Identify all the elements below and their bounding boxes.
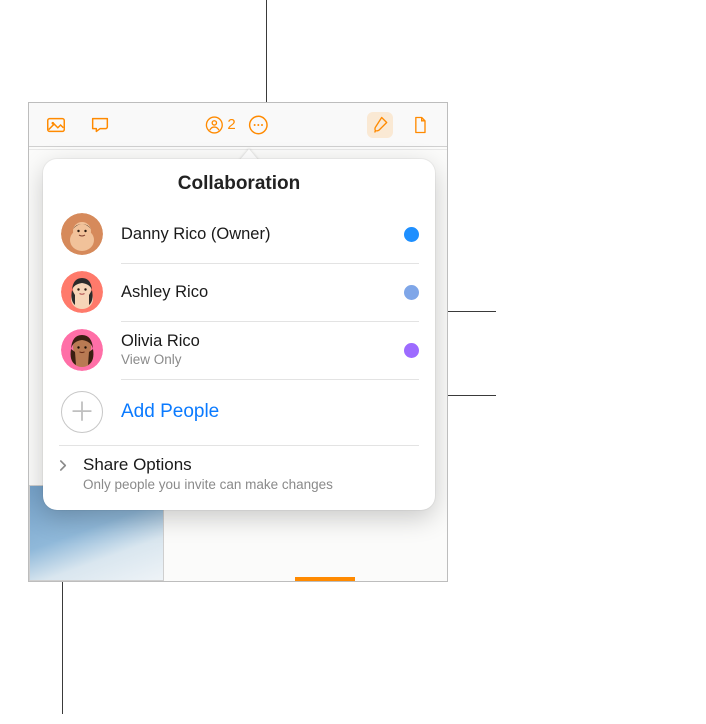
person-circle-icon bbox=[204, 115, 224, 135]
avatar bbox=[61, 213, 103, 255]
share-options-subtitle: Only people you invite can make changes bbox=[83, 477, 419, 492]
format-brush-button[interactable] bbox=[367, 112, 393, 138]
status-dot bbox=[404, 227, 419, 242]
comment-icon bbox=[89, 114, 111, 136]
collaboration-button[interactable]: 2 bbox=[204, 112, 235, 138]
plus-icon: ＋ bbox=[69, 399, 95, 425]
paintbrush-icon bbox=[370, 115, 390, 135]
callout-line-top bbox=[266, 0, 267, 110]
add-people-label: Add People bbox=[121, 401, 219, 423]
collaboration-popover: Collaboration bbox=[43, 159, 435, 510]
memoji-icon bbox=[61, 271, 103, 313]
chevron-right-icon bbox=[59, 459, 68, 476]
more-button[interactable] bbox=[246, 112, 272, 138]
share-options-title: Share Options bbox=[83, 455, 419, 475]
photo-icon bbox=[45, 114, 67, 136]
comments-button[interactable] bbox=[87, 112, 113, 138]
participant-name: Ashley Rico bbox=[121, 282, 404, 303]
document-settings-button[interactable] bbox=[407, 112, 433, 138]
participant-name: Danny Rico (Owner) bbox=[121, 224, 404, 245]
participant-row[interactable]: Ashley Rico bbox=[43, 263, 435, 321]
app-frame: 2 bbox=[28, 102, 448, 582]
callout-line-shareoptions bbox=[62, 574, 63, 714]
memoji-icon bbox=[61, 213, 103, 255]
status-dot bbox=[404, 285, 419, 300]
participant-permission: View Only bbox=[121, 352, 404, 369]
more-circle-icon bbox=[248, 114, 270, 136]
add-people-button[interactable]: ＋ Add People bbox=[43, 379, 435, 445]
participant-row[interactable]: Olivia Rico View Only bbox=[43, 321, 435, 379]
participant-row[interactable]: Danny Rico (Owner) bbox=[43, 205, 435, 263]
avatar bbox=[61, 329, 103, 371]
participant-list: Danny Rico (Owner) bbox=[43, 205, 435, 379]
memoji-icon bbox=[61, 329, 103, 371]
plus-circle-icon: ＋ bbox=[61, 391, 103, 433]
avatar bbox=[61, 271, 103, 313]
status-dot bbox=[404, 343, 419, 358]
popover-header: Collaboration bbox=[43, 159, 435, 205]
insert-image-button[interactable] bbox=[43, 112, 69, 138]
participant-name: Olivia Rico bbox=[121, 331, 404, 352]
popover-title: Collaboration bbox=[43, 173, 435, 195]
collaboration-count: 2 bbox=[227, 116, 235, 133]
document-accent-strip bbox=[295, 577, 355, 581]
share-options-button[interactable]: Share Options Only people you invite can… bbox=[43, 445, 435, 506]
document-icon bbox=[410, 114, 430, 136]
toolbar: 2 bbox=[29, 103, 447, 147]
